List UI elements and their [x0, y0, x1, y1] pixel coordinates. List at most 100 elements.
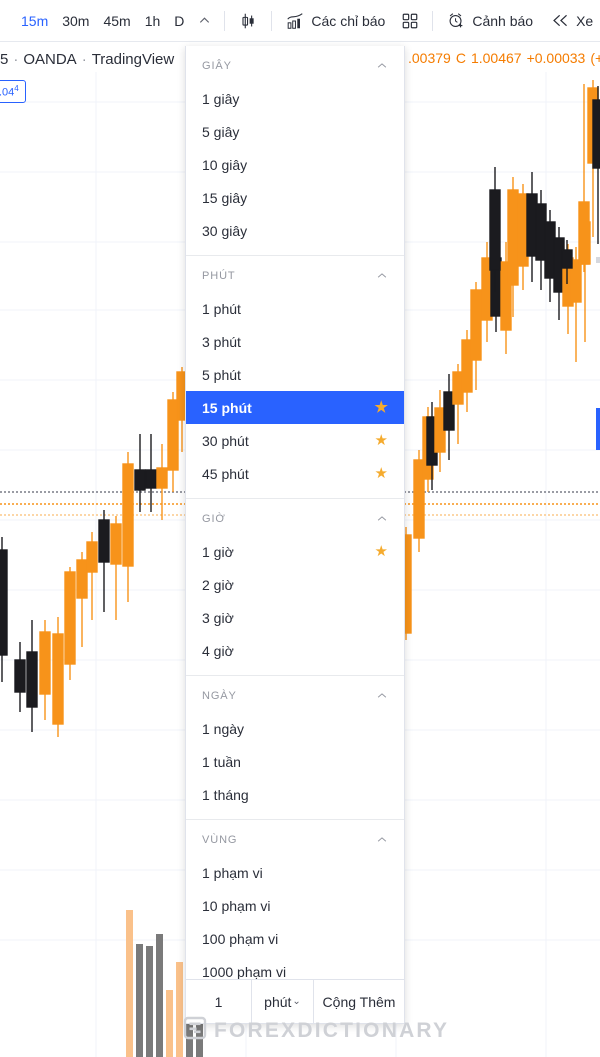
menu-item-label: 1 phút: [202, 300, 241, 317]
forexdictionary-logo-icon: [183, 1016, 207, 1045]
menu-item-label: 45 phút: [202, 465, 249, 482]
grid-templates-icon: [401, 12, 419, 30]
menu-item-2-gio[interactable]: 2 giờ: [186, 568, 404, 601]
alarm-clock-plus-icon: [446, 11, 466, 31]
menu-item-100-pham-vi[interactable]: 100 phạm vi: [186, 922, 404, 955]
menu-item-4-gio[interactable]: 4 giờ: [186, 634, 404, 667]
star-favorite-icon[interactable]: ★: [375, 400, 388, 415]
menu-group-minutes: PHÚT 1 phút 3 phút 5 phút 15 phút ★ 30 p…: [186, 256, 404, 499]
star-favorite-icon[interactable]: ★: [375, 433, 388, 448]
menu-group-header-ranges[interactable]: VÙNG: [186, 820, 404, 856]
menu-item-3-gio[interactable]: 3 giờ: [186, 601, 404, 634]
menu-item-label: 1 tháng: [202, 786, 249, 803]
menu-group-ranges: VÙNG 1 phạm vi 10 phạm vi 100 phạm vi 10…: [186, 820, 404, 979]
menu-group-title: PHÚT: [202, 270, 236, 282]
menu-item-label: 5 phút: [202, 366, 241, 383]
menu-item-1000-pham-vi[interactable]: 1000 phạm vi: [186, 955, 404, 980]
timeframe-15m[interactable]: 15m: [14, 10, 55, 32]
timeframe-D[interactable]: D: [167, 10, 191, 32]
menu-item-label: 1 tuần: [202, 753, 241, 770]
menu-item-1-phut[interactable]: 1 phút: [186, 292, 404, 325]
menu-item-label: 3 giờ: [202, 609, 234, 626]
menu-item-15-phut[interactable]: 15 phút ★: [186, 391, 404, 424]
menu-item-label: 30 giây: [202, 222, 248, 239]
menu-item-5-giay[interactable]: 5 giây: [186, 115, 404, 148]
menu-item-label: 1 giờ: [202, 543, 234, 560]
candlestick-series-right: [400, 80, 600, 640]
templates-button[interactable]: [397, 9, 423, 33]
menu-item-3-phut[interactable]: 3 phút: [186, 325, 404, 358]
timeframe-45m[interactable]: 45m: [96, 10, 137, 32]
star-favorite-icon[interactable]: ★: [375, 466, 388, 481]
menu-item-label: 1000 phạm vi: [202, 963, 287, 980]
menu-item-15-giay[interactable]: 15 giây: [186, 181, 404, 214]
replay-button[interactable]: Xe: [547, 8, 597, 33]
menu-item-label: 5 giây: [202, 123, 240, 140]
exchange-name[interactable]: OANDA: [23, 51, 76, 68]
chart-style-button[interactable]: [234, 8, 262, 34]
custom-interval-unit-value: phút: [264, 993, 292, 1010]
menu-group-title: VÙNG: [202, 834, 238, 846]
close-value: 1.00467: [470, 50, 522, 66]
menu-item-label: 1 giây: [202, 90, 240, 107]
menu-item-1-pham-vi[interactable]: 1 phạm vi: [186, 856, 404, 889]
menu-item-label: 100 phạm vi: [202, 930, 279, 947]
open-value: .00379: [408, 50, 451, 66]
chart-toolbar: 15m 30m 45m 1h D Các chỉ báo Cảnh báo Xe: [0, 0, 600, 42]
timeframe-1h[interactable]: 1h: [138, 10, 168, 32]
replay-label: Xe: [576, 12, 594, 29]
menu-group-title: NGÀY: [202, 690, 237, 702]
menu-item-5-phut[interactable]: 5 phút: [186, 358, 404, 391]
alert-label: Cảnh báo: [472, 12, 534, 29]
menu-item-label: 4 giờ: [202, 642, 234, 659]
menu-group-title: GIÂY: [202, 60, 232, 72]
toolbar-divider-1: [224, 10, 226, 31]
price-scale-badge[interactable]: .044: [0, 80, 26, 103]
price-badge-value: .04: [0, 86, 15, 99]
chevron-down-icon: ⌄: [292, 996, 301, 1007]
menu-group-seconds: GIÂY 1 giây 5 giây 10 giây 15 giây 30 gi…: [186, 46, 404, 256]
menu-group-hours: GIỜ 1 giờ ★ 2 giờ 3 giờ 4 giờ: [186, 499, 404, 676]
chevron-up-icon[interactable]: [376, 60, 388, 72]
indicators-label: Các chỉ báo: [311, 12, 386, 29]
menu-group-header-seconds[interactable]: GIÂY: [186, 46, 404, 82]
menu-group-header-days[interactable]: NGÀY: [186, 676, 404, 712]
menu-item-label: 2 giờ: [202, 576, 234, 593]
chevron-up-icon[interactable]: [193, 8, 215, 34]
watermark-text: FOREXDICTIONARY: [214, 1018, 450, 1042]
alert-button[interactable]: Cảnh báo: [442, 8, 537, 34]
star-favorite-icon[interactable]: ★: [375, 544, 388, 559]
menu-item-label: 15 giây: [202, 189, 248, 206]
menu-item-30-giay[interactable]: 30 giây: [186, 214, 404, 247]
change-percent: (+0: [590, 50, 600, 66]
menu-item-1-gio[interactable]: 1 giờ ★: [186, 535, 404, 568]
menu-item-10-pham-vi[interactable]: 10 phạm vi: [186, 889, 404, 922]
timeframe-30m[interactable]: 30m: [55, 10, 96, 32]
chevron-up-icon[interactable]: [376, 270, 388, 282]
menu-item-30-phut[interactable]: 30 phút ★: [186, 424, 404, 457]
menu-item-1-giay[interactable]: 1 giây: [186, 82, 404, 115]
custom-interval-quantity-value: 1: [214, 993, 223, 1010]
menu-item-1-tuan[interactable]: 1 tuần: [186, 745, 404, 778]
menu-item-label: 1 phạm vi: [202, 864, 263, 881]
chevron-up-icon[interactable]: [376, 513, 388, 525]
menu-item-label: 10 giây: [202, 156, 248, 173]
chevron-up-icon[interactable]: [376, 834, 388, 846]
menu-item-45-phut[interactable]: 45 phút ★: [186, 457, 404, 490]
menu-item-10-giay[interactable]: 10 giây: [186, 148, 404, 181]
menu-group-header-hours[interactable]: GIỜ: [186, 499, 404, 535]
candlestick-style-icon: [238, 11, 258, 31]
menu-item-1-ngay[interactable]: 1 ngày: [186, 712, 404, 745]
menu-item-label: 30 phút: [202, 432, 249, 449]
legend-separator-dot-2: ·: [81, 50, 87, 68]
menu-group-header-minutes[interactable]: PHÚT: [186, 256, 404, 292]
menu-item-label: 1 ngày: [202, 720, 245, 737]
timeframe-dropdown-menu[interactable]: GIÂY 1 giây 5 giây 10 giây 15 giây 30 gi…: [185, 46, 405, 1024]
menu-group-days: NGÀY 1 ngày 1 tuần 1 tháng: [186, 676, 404, 820]
symbol-text[interactable]: 5: [0, 51, 8, 68]
toolbar-divider-3: [432, 10, 434, 31]
forexdictionary-watermark: FOREXDICTIONARY: [183, 1016, 449, 1045]
chevron-up-icon[interactable]: [376, 690, 388, 702]
indicators-button[interactable]: Các chỉ báo: [281, 8, 389, 34]
menu-item-1-thang[interactable]: 1 tháng: [186, 778, 404, 811]
